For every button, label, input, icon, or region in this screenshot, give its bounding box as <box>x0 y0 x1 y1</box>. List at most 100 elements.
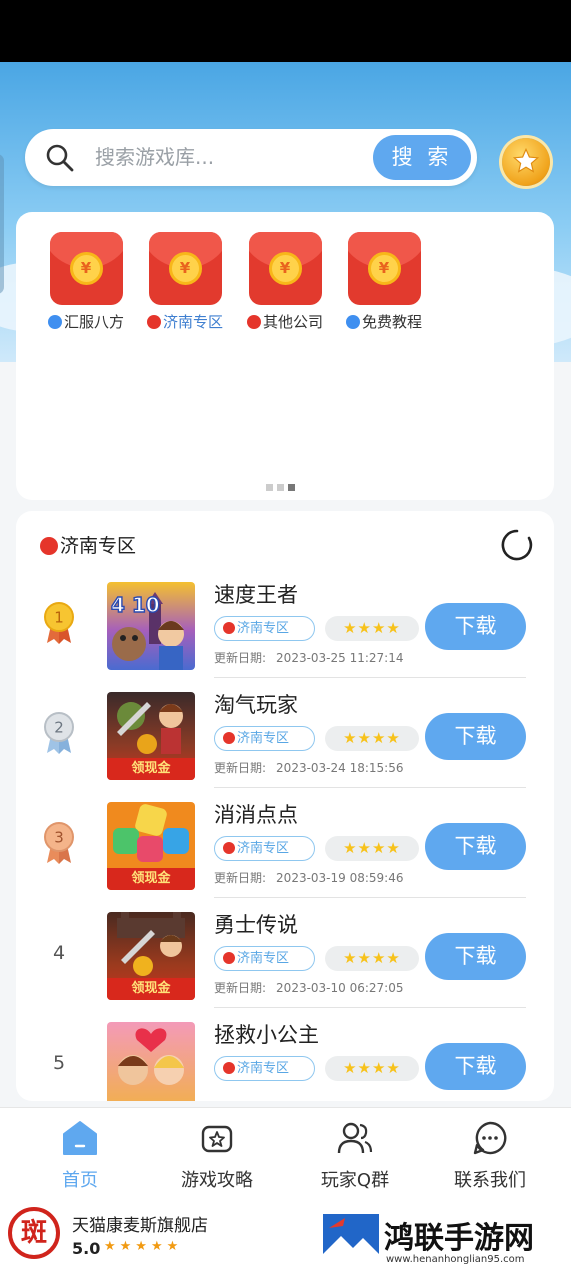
chat-icon <box>473 1121 507 1155</box>
guide-icon <box>201 1125 233 1153</box>
svg-text:3: 3 <box>54 829 64 847</box>
category-label: 免费教程 <box>361 313 422 331</box>
download-button[interactable]: 下载 <box>425 713 526 760</box>
red-dot-icon <box>146 315 161 329</box>
game-row[interactable]: 3 领现金 消消点点 济南专区 ★★★★ 更新日期: 2023-03-19 08:… <box>16 793 554 903</box>
thumbnail-badge: 领现金 <box>107 978 195 1000</box>
bottom-tab-bar: 首页 游戏攻略 玩家Q群 联系我们 <box>0 1107 571 1199</box>
watermark-title: 鸿联手游网 <box>384 1221 534 1256</box>
tab-label: 玩家Q群 <box>320 1170 390 1191</box>
category-item-huifu[interactable]: ¥ 汇服八方 <box>42 232 130 332</box>
svg-text:4 10: 4 10 <box>111 593 160 617</box>
tab-group[interactable]: 玩家Q群 <box>295 1118 415 1192</box>
game-thumbnail <box>107 1022 195 1101</box>
red-dot-icon <box>223 842 235 854</box>
game-row[interactable]: 5 拯救小公主 济南专区 ★★★★ 下载 <box>16 1013 554 1101</box>
game-row[interactable]: 1 4 10 速度王者 济南专区 ★★★★ 更新日期: 2023-03-25 11… <box>16 573 554 683</box>
refresh-icon[interactable] <box>500 528 534 562</box>
search-input[interactable] <box>95 142 365 172</box>
tab-guide[interactable]: 游戏攻略 <box>157 1118 277 1192</box>
divider <box>214 677 526 678</box>
category-item-other[interactable]: ¥ 其他公司 <box>241 232 329 332</box>
search-bar: 搜 索 <box>25 129 477 186</box>
status-bar <box>0 0 571 62</box>
tab-label: 首页 <box>62 1170 98 1191</box>
red-dot-icon <box>223 1062 235 1074</box>
carousel-pager[interactable] <box>266 476 299 495</box>
download-button[interactable]: 下载 <box>425 823 526 870</box>
tab-home[interactable]: 首页 <box>20 1118 140 1192</box>
game-name: 勇士传说 <box>214 913 298 937</box>
game-name: 淘气玩家 <box>214 693 298 717</box>
thumbnail-badge: 领现金 <box>107 758 195 780</box>
category-label: 其他公司 <box>262 313 323 331</box>
game-thumbnail: 领现金 <box>107 692 195 780</box>
store-score: 5.0 <box>72 1239 101 1258</box>
tab-label: 联系我们 <box>454 1170 526 1191</box>
rank-medal-silver: 2 <box>42 711 76 755</box>
red-envelope-icon: ¥ <box>148 232 222 305</box>
game-name: 消消点点 <box>214 803 298 827</box>
rating-stars: ★★★★ <box>325 616 419 641</box>
category-label: 汇服八方 <box>63 313 124 331</box>
update-date: 更新日期: 2023-03-19 08:59:46 <box>214 871 404 885</box>
red-dot-icon <box>246 315 261 329</box>
home-icon <box>63 1121 97 1155</box>
list-title: 济南专区 <box>40 531 136 558</box>
pager-dot-active[interactable] <box>288 484 295 491</box>
game-thumbnail: 领现金 <box>107 802 195 890</box>
tab-label: 游戏攻略 <box>181 1170 253 1191</box>
rank-number: 4 <box>52 942 66 964</box>
rating-stars: ★★★★ <box>325 726 419 751</box>
thumbnail-badge: 领现金 <box>107 868 195 890</box>
red-envelope-icon: ¥ <box>347 232 421 305</box>
divider <box>214 787 526 788</box>
zone-tag: 济南专区 <box>214 1056 315 1081</box>
zone-tag: 济南专区 <box>214 726 315 751</box>
favorites-button[interactable] <box>502 138 550 186</box>
divider <box>214 1007 526 1008</box>
pager-dot[interactable] <box>277 484 284 491</box>
update-date: 更新日期: 2023-03-24 18:15:56 <box>214 761 404 775</box>
download-button[interactable]: 下载 <box>425 603 526 650</box>
game-thumbnail: 4 10 <box>107 582 195 670</box>
download-button[interactable]: 下载 <box>425 1043 526 1090</box>
store-stars: ★★★★★ <box>104 1239 183 1254</box>
search-button[interactable]: 搜 索 <box>373 135 471 180</box>
red-envelope-icon: ¥ <box>49 232 123 305</box>
blue-dot-icon <box>345 315 360 329</box>
rank-medal-bronze: 3 <box>42 821 76 865</box>
star-icon <box>512 147 540 173</box>
update-date: 更新日期: 2023-03-25 11:27:14 <box>214 651 404 665</box>
rating-stars: ★★★★ <box>325 946 419 971</box>
rating-stars: ★★★★ <box>325 1056 419 1081</box>
rank-medal-gold: 1 <box>42 601 76 645</box>
category-label: 济南专区 <box>162 313 223 331</box>
category-item-tutorial[interactable]: ¥ 免费教程 <box>340 232 428 332</box>
game-name: 速度王者 <box>214 583 298 607</box>
download-button[interactable]: 下载 <box>425 933 526 980</box>
svg-text:1: 1 <box>54 609 64 627</box>
watermark-logo <box>323 1214 379 1270</box>
game-row[interactable]: 4 领现金 勇士传说 济南专区 ★★★★ 更新日期: 2023-03-10 06:… <box>16 903 554 1013</box>
red-envelope-icon: ¥ <box>248 232 322 305</box>
divider <box>214 897 526 898</box>
game-name: 拯救小公主 <box>214 1023 319 1047</box>
tab-contact[interactable]: 联系我们 <box>430 1118 550 1192</box>
watermark-url: www.henanhonglian95.com <box>386 1254 525 1265</box>
svg-text:2: 2 <box>54 719 64 737</box>
game-list-card: 济南专区 1 4 10 速度王者 济南专区 ★★★★ 更新日期: 2023-03-… <box>16 511 554 1101</box>
category-item-jinan[interactable]: ¥ 济南专区 <box>141 232 229 332</box>
game-row[interactable]: 2 领现金 淘气玩家 济南专区 ★★★★ 更新日期: 2023-03-24 18:… <box>16 683 554 793</box>
group-icon <box>337 1122 373 1154</box>
red-dot-icon <box>40 537 58 555</box>
red-dot-icon <box>223 732 235 744</box>
zone-tag: 济南专区 <box>214 616 315 641</box>
rank-number: 5 <box>52 1052 66 1074</box>
pager-dot[interactable] <box>266 484 273 491</box>
update-date: 更新日期: 2023-03-10 06:27:05 <box>214 981 404 995</box>
zone-tag: 济南专区 <box>214 946 315 971</box>
red-dot-icon <box>223 622 235 634</box>
red-dot-icon <box>223 952 235 964</box>
search-icon <box>46 144 74 172</box>
